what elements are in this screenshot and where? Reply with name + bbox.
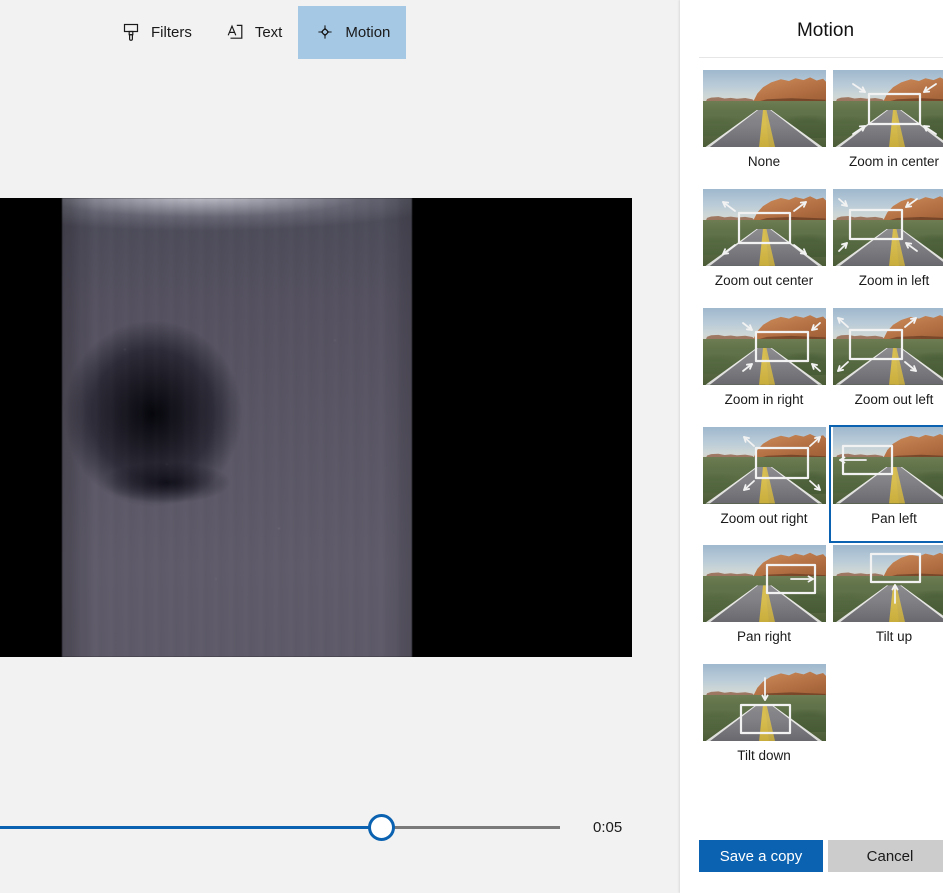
- effect-thumbnail: [832, 188, 943, 266]
- playback-time-label: 0:05: [593, 818, 623, 836]
- tab-motion-label: Motion: [345, 23, 391, 41]
- motion-effect-tilt-up[interactable]: Tilt up: [829, 543, 943, 662]
- motion-effect-zoom-out-right[interactable]: Zoom out right: [699, 425, 829, 544]
- effect-label: Zoom out right: [720, 510, 808, 526]
- motion-effects-grid: None Zoom in center Zoom out center Zoom…: [699, 68, 943, 781]
- panel-title: Motion: [796, 20, 855, 41]
- effect-label: Zoom in center: [848, 154, 940, 169]
- motion-effect-zoom-out-left[interactable]: Zoom out left: [829, 306, 943, 425]
- motion-effect-zoom-out-center[interactable]: Zoom out center: [699, 187, 829, 306]
- effect-label: Pan right: [736, 629, 792, 645]
- scrubber-thumb[interactable]: [368, 814, 395, 841]
- effect-thumbnail: [832, 307, 943, 385]
- effect-label: Zoom out center: [714, 272, 814, 288]
- brush-icon: [120, 21, 142, 43]
- motion-effect-tilt-down[interactable]: Tilt down: [699, 662, 829, 781]
- save-a-copy-button[interactable]: Save a copy: [699, 840, 823, 872]
- effect-label: Tilt up: [875, 629, 913, 645]
- scrubber-remaining-track: [381, 826, 560, 829]
- motion-effect-pan-left[interactable]: Pan left: [829, 424, 943, 544]
- motion-effect-zoom-in-center[interactable]: Zoom in center: [829, 68, 943, 187]
- motion-effect-zoom-in-left[interactable]: Zoom in left: [829, 187, 943, 306]
- motion-panel: Motion None Zoom in center Zoom out cent…: [680, 0, 943, 893]
- tab-text-label: Text: [254, 23, 283, 41]
- effect-thumbnail: [702, 188, 826, 266]
- playback-scrubber-row: 0:05: [0, 806, 680, 848]
- effect-label: None: [747, 154, 781, 169]
- video-editor-window: Filters Text Motion 0:05 Motion None Zoo…: [0, 0, 943, 893]
- effect-label: Zoom in right: [724, 391, 804, 407]
- scrubber-progress-track: [0, 826, 381, 829]
- effect-thumbnail: [702, 664, 826, 742]
- motion-effect-pan-right[interactable]: Pan right: [699, 543, 829, 662]
- effect-label: Zoom in left: [858, 272, 930, 288]
- panel-actions: Save a copy Cancel: [699, 840, 943, 872]
- effect-thumbnail: [832, 70, 943, 147]
- effect-label: Pan left: [871, 510, 917, 526]
- tab-filters-label: Filters: [151, 23, 192, 41]
- effect-thumbnail: [832, 545, 943, 623]
- video-preview: [0, 198, 632, 657]
- motion-effect-zoom-in-right[interactable]: Zoom in right: [699, 306, 829, 425]
- editor-area: Filters Text Motion 0:05: [0, 0, 680, 893]
- effect-thumbnail: [702, 545, 826, 623]
- tab-text[interactable]: Text: [208, 6, 299, 59]
- scrubber-slider[interactable]: [0, 806, 560, 848]
- move-icon: [314, 21, 336, 43]
- effect-label: Zoom out left: [854, 391, 934, 407]
- tab-motion[interactable]: Motion: [298, 5, 407, 59]
- effect-thumbnail: [702, 307, 826, 385]
- tab-filters[interactable]: Filters: [104, 6, 208, 59]
- panel-divider: [699, 57, 943, 58]
- effect-thumbnail: [702, 426, 826, 504]
- text-box-icon: [224, 21, 246, 43]
- cancel-button[interactable]: Cancel: [828, 840, 943, 872]
- effect-thumbnail: [702, 70, 826, 147]
- video-frame: [62, 198, 412, 657]
- editor-toolbar: Filters Text Motion: [0, 0, 680, 64]
- motion-effect-none[interactable]: None: [699, 68, 829, 187]
- effect-thumbnail: [832, 426, 943, 504]
- effect-label: Tilt down: [737, 748, 791, 764]
